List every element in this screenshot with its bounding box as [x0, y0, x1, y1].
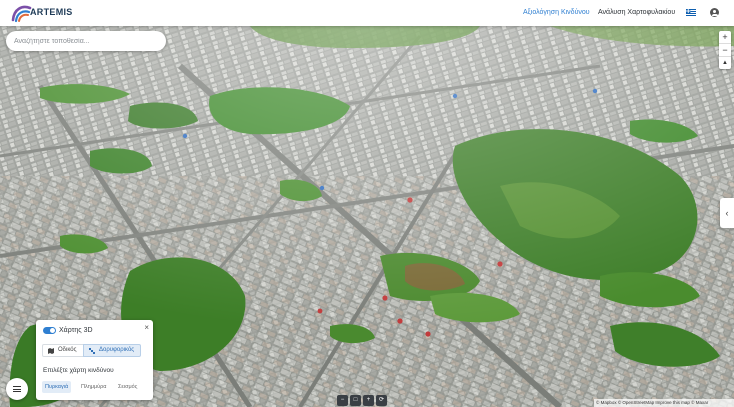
greek-flag-icon[interactable] — [686, 9, 696, 17]
base-layer-satellite-button[interactable]: Δορυφορικός — [83, 344, 141, 357]
location-search-input[interactable] — [6, 31, 166, 51]
compass-button[interactable]: ▲ — [719, 57, 731, 69]
map-view-controls: − □ + ⟳ — [337, 395, 403, 406]
zoom-out-button[interactable]: − — [719, 44, 731, 57]
map-attribution[interactable]: © Mapbox © OpenStreetMap Improve this ma… — [594, 399, 734, 407]
map-control-button[interactable]: − — [337, 395, 348, 406]
nav-risk-assessment[interactable]: Αξιολόγηση Κινδύνου — [523, 9, 590, 16]
top-navigation-bar: ARTEMIS Αξιολόγηση Κινδύνου Ανάλυση Χαρτ… — [0, 0, 734, 26]
map-control-button[interactable]: ⟳ — [376, 395, 387, 406]
hazard-map-title: Επιλέξτε χάρτη κινδύνου — [43, 367, 114, 374]
account-circle-icon[interactable] — [710, 8, 719, 17]
hazard-flood-button[interactable]: Πλημμύρα — [78, 381, 109, 393]
zoom-in-button[interactable]: + — [719, 31, 731, 44]
brand-name: ARTEMIS — [30, 7, 73, 17]
zoom-control: + − ▲ — [719, 31, 731, 69]
base-layer-satellite-label: Δορυφορικός — [99, 347, 135, 353]
map-control-button[interactable]: + — [363, 395, 374, 406]
map-control-button[interactable]: □ — [350, 395, 361, 406]
satellite-icon — [89, 347, 95, 354]
hazard-wildfire-button[interactable]: Πυρκαγιά — [42, 381, 72, 393]
base-layer-road-label: Οδικός — [58, 347, 77, 353]
hazard-earthquake-button[interactable]: Σεισμός — [115, 381, 140, 393]
close-icon[interactable]: × — [144, 323, 149, 332]
nav-portfolio-analysis[interactable]: Ανάλυση Χαρτοφυλακίου — [598, 9, 675, 16]
map-3d-toggle[interactable] — [43, 327, 56, 334]
side-panel-toggle-button[interactable]: ‹ — [720, 198, 734, 228]
map-settings-panel: × Χάρτης 3D Οδικός Δορυφορικός Επιλέξτε … — [36, 320, 153, 400]
map-icon — [48, 347, 54, 354]
hamburger-menu-icon[interactable] — [6, 378, 28, 400]
map-3d-label: Χάρτης 3D — [59, 327, 93, 334]
base-layer-road-button[interactable]: Οδικός — [42, 344, 84, 357]
